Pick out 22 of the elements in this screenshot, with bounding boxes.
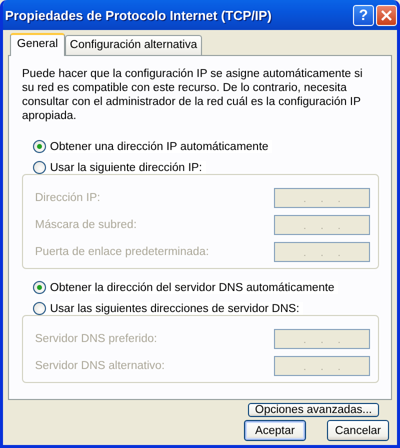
tab[interactable]: General xyxy=(10,33,65,56)
field-label: Dirección IP: xyxy=(35,192,100,204)
window-title: Propiedades de Protocolo Internet (TCP/IP) xyxy=(5,8,273,22)
advanced-options-button[interactable]: Opciones avanzadas... xyxy=(248,403,379,417)
radio-button[interactable] xyxy=(33,281,46,294)
field-label: Máscara de subred: xyxy=(35,219,137,231)
dialog-button[interactable]: Cancelar xyxy=(327,420,389,441)
description-text: Puede hacer que la configuración IP se asigne automáticamente si su red es compatible con este recurso. De lo contrario, necesita consultar con el administrador de la red cuál es la configuración IP apropiada. xyxy=(22,67,364,123)
help-button[interactable]: ? xyxy=(353,4,374,26)
radio-label[interactable]: Obtener la dirección del servidor DNS automáticamente xyxy=(50,282,334,294)
field-label: Puerta de enlace predeterminada: xyxy=(35,246,209,258)
radio-button[interactable] xyxy=(33,302,46,315)
field-label: Servidor DNS alternativo: xyxy=(35,360,165,372)
radio-button[interactable] xyxy=(33,161,46,174)
radio-label[interactable]: Usar las siguientes direcciones de servidor DNS: xyxy=(50,302,300,314)
close-button[interactable] xyxy=(376,4,397,26)
radio-button[interactable] xyxy=(33,140,46,153)
tab[interactable]: Configuración alternativa xyxy=(64,35,202,55)
radio-label[interactable]: Usar la siguiente dirección IP: xyxy=(50,162,202,174)
close-icon xyxy=(381,10,392,20)
dialog-button[interactable]: Aceptar xyxy=(244,420,306,441)
field-label: Servidor DNS preferido: xyxy=(35,333,158,345)
